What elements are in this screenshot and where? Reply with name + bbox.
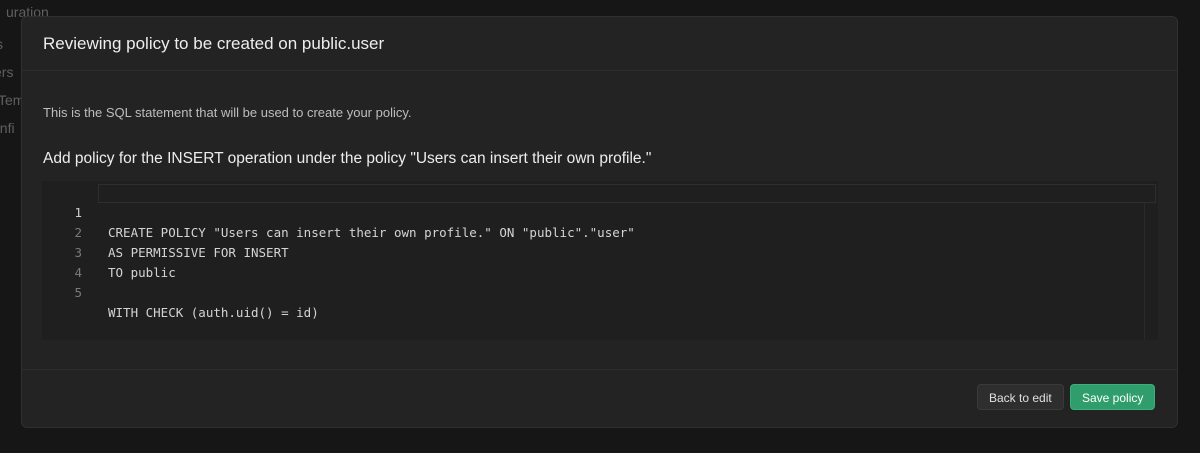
sql-code-editor[interactable]: 1 CREATE POLICY "Users can insert their … xyxy=(42,181,1158,340)
code-line: 5 WITH CHECK (auth.uid() = id) xyxy=(42,263,318,320)
background-sidebar-item: s xyxy=(0,36,3,52)
code-line: 3 TO public xyxy=(42,223,175,280)
current-line-highlight xyxy=(98,184,1156,203)
policy-summary: Add policy for the INSERT operation unde… xyxy=(43,150,652,167)
modal-description: This is the SQL statement that will be u… xyxy=(43,105,412,120)
review-policy-modal: Reviewing policy to be created on public… xyxy=(21,16,1178,428)
code-line: 2 AS PERMISSIVE FOR INSERT xyxy=(42,203,288,260)
code-text: CREATE POLICY "Users can insert their ow… xyxy=(108,225,635,240)
background-sidebar-item: ers xyxy=(0,64,14,80)
modal-header: Reviewing policy to be created on public… xyxy=(22,17,1177,71)
code-text: TO public xyxy=(108,265,176,280)
code-line: 1 CREATE POLICY "Users can insert their … xyxy=(42,183,634,240)
code-text: WITH CHECK (auth.uid() = id) xyxy=(108,305,319,320)
background-sidebar-item: onfi xyxy=(0,120,15,136)
modal-footer: Back to edit Save policy xyxy=(22,369,1177,427)
code-line: 4 xyxy=(42,243,102,280)
save-policy-button[interactable]: Save policy xyxy=(1070,384,1156,410)
code-text: AS PERMISSIVE FOR INSERT xyxy=(108,245,289,260)
line-number: 5 xyxy=(74,285,82,300)
modal-title: Reviewing policy to be created on public… xyxy=(43,33,385,53)
back-to-edit-button[interactable]: Back to edit xyxy=(977,384,1064,410)
editor-scrollbar[interactable] xyxy=(1144,203,1145,340)
